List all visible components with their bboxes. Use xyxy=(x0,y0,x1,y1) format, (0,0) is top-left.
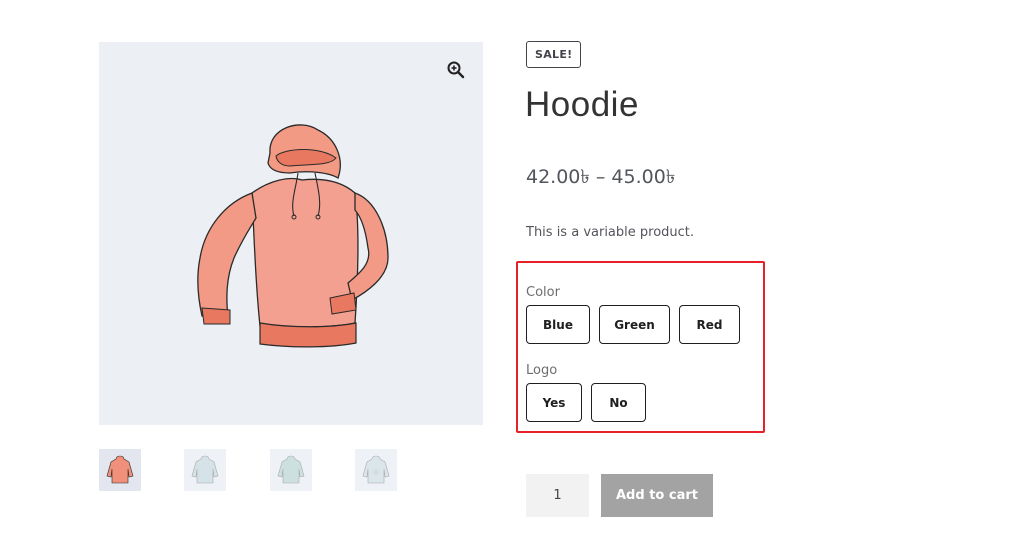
hoodie-green-icon xyxy=(277,455,305,484)
quantity-input[interactable] xyxy=(526,474,589,517)
product-description: This is a variable product. xyxy=(526,225,695,240)
color-swatch-green[interactable]: Green xyxy=(599,305,670,344)
zoom-in-icon[interactable] xyxy=(446,60,466,80)
hoodie-image xyxy=(197,124,389,348)
logo-label: Logo xyxy=(526,363,558,378)
thumbnail-4[interactable] xyxy=(355,449,397,491)
color-label: Color xyxy=(526,285,560,300)
hoodie-blue-icon xyxy=(191,455,219,484)
price-range: 42.00৳ – 45.00৳ xyxy=(526,166,676,188)
add-to-cart-button[interactable]: Add to cart xyxy=(601,474,713,517)
sale-badge: SALE! xyxy=(526,41,582,68)
product-title: Hoodie xyxy=(525,85,639,124)
thumbnail-3[interactable] xyxy=(270,449,312,491)
thumbnail-2[interactable] xyxy=(184,449,226,491)
logo-swatch-yes[interactable]: Yes xyxy=(526,383,582,422)
color-swatch-blue[interactable]: Blue xyxy=(526,305,590,344)
hoodie-pink-icon xyxy=(106,455,134,484)
hoodie-logo-icon xyxy=(362,455,390,484)
logo-swatch-no[interactable]: No xyxy=(591,383,646,422)
color-swatch-red[interactable]: Red xyxy=(679,305,740,344)
thumbnail-1[interactable] xyxy=(99,449,141,491)
